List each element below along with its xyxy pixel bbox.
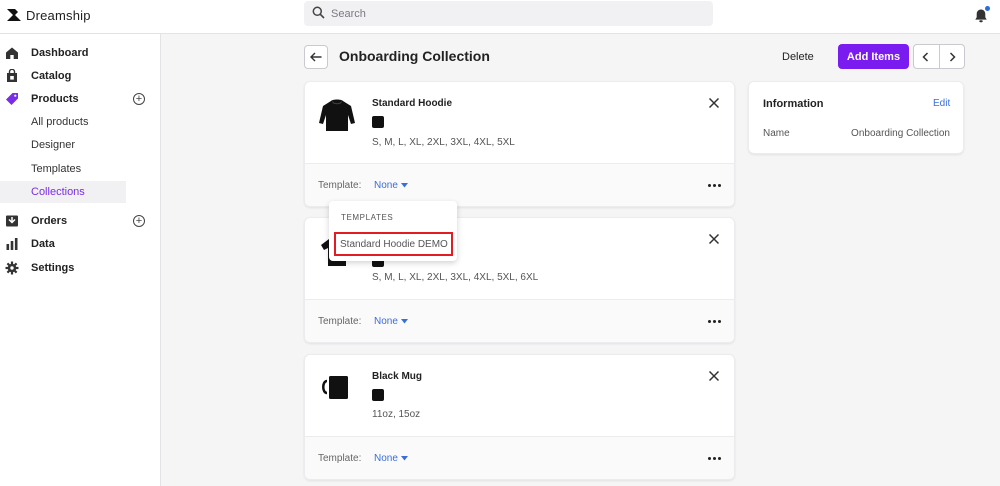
pager <box>913 44 965 69</box>
name-label: Name <box>763 128 790 139</box>
template-value: None <box>374 453 398 464</box>
home-icon <box>5 46 19 60</box>
more-options-icon[interactable] <box>707 318 721 324</box>
sidebar-item-orders[interactable]: Orders + <box>0 210 161 232</box>
dropdown-header: TEMPLATES <box>341 213 394 222</box>
previous-button[interactable] <box>914 45 939 68</box>
collection-item-card: Black Mug 11oz, 15oz Template: None <box>304 354 735 480</box>
template-label: Template: <box>318 180 362 191</box>
sidebar-item-label: Products <box>31 93 79 105</box>
gear-icon <box>5 261 19 275</box>
product-name: Black Mug <box>372 371 423 382</box>
sidebar-subitem-collections[interactable]: Collections <box>0 181 126 203</box>
add-order-plus-icon[interactable]: + <box>133 215 145 227</box>
sidebar-item-label: Data <box>31 238 55 250</box>
product-sizes: 11oz, 15oz <box>372 409 421 420</box>
information-panel: Information Edit Name Onboarding Collect… <box>748 81 964 154</box>
back-button[interactable] <box>304 45 328 69</box>
chevron-left-icon <box>922 51 929 62</box>
color-swatch[interactable] <box>372 389 384 401</box>
template-value: None <box>374 316 398 327</box>
sidebar-subitem-templates[interactable]: Templates <box>0 158 126 180</box>
product-sizes: S, M, L, XL, 2XL, 3XL, 4XL, 5XL <box>372 137 515 148</box>
template-value: None <box>374 180 398 191</box>
top-bar: Dreamship <box>0 0 1000 34</box>
caret-down-icon <box>400 183 408 188</box>
template-select[interactable]: None <box>374 180 408 191</box>
sidebar-subitem-designer[interactable]: Designer <box>0 134 126 156</box>
sidebar-item-settings[interactable]: Settings <box>0 257 161 279</box>
app-name: Dreamship <box>26 7 91 23</box>
template-footer: Template: None <box>305 436 734 479</box>
sidebar-item-data[interactable]: Data <box>0 233 161 255</box>
sidebar-item-label: Catalog <box>31 70 72 82</box>
next-button[interactable] <box>938 45 964 68</box>
name-value: Onboarding Collection <box>851 128 950 139</box>
app-logo[interactable]: Dreamship <box>6 6 91 24</box>
remove-item-close-icon[interactable] <box>707 232 721 246</box>
remove-item-close-icon[interactable] <box>707 96 721 110</box>
tag-icon <box>5 92 19 106</box>
template-select[interactable]: None <box>374 453 408 464</box>
catalog-icon <box>5 69 19 83</box>
more-options-icon[interactable] <box>707 182 721 188</box>
bar-chart-icon <box>5 237 19 251</box>
hoodie-image <box>317 95 357 135</box>
template-label: Template: <box>318 316 362 327</box>
search-bar[interactable] <box>304 1 713 26</box>
sidebar-item-catalog[interactable]: Catalog <box>0 65 161 87</box>
delete-button[interactable]: Delete <box>782 47 814 67</box>
notification-badge <box>985 6 990 11</box>
template-select[interactable]: None <box>374 316 408 327</box>
sidebar-subitem-label: Designer <box>31 139 76 151</box>
sidebar-subitem-label: Collections <box>31 186 85 198</box>
template-option-standard-hoodie-demo[interactable]: Standard Hoodie DEMO <box>334 232 453 256</box>
sidebar-subitem-label: All products <box>31 116 89 128</box>
edit-link[interactable]: Edit <box>933 98 950 109</box>
sidebar-item-label: Settings <box>31 262 75 274</box>
collection-item-card: Standard Hoodie S, M, L, XL, 2XL, 3XL, 4… <box>304 81 735 207</box>
add-items-button[interactable]: Add Items <box>838 44 909 69</box>
sidebar-item-label: Orders <box>31 215 68 227</box>
sidebar-item-products[interactable]: Products + <box>0 88 161 110</box>
color-swatch[interactable] <box>372 116 384 128</box>
orders-inbox-icon <box>5 214 19 228</box>
sidebar: Dashboard Catalog Products + All product… <box>0 34 161 486</box>
sidebar-subitem-all-products[interactable]: All products <box>0 111 126 133</box>
page-title: Onboarding Collection <box>339 48 490 64</box>
template-footer: Template: None <box>305 299 734 342</box>
arrow-left-icon <box>310 52 322 62</box>
information-title: Information <box>763 98 824 110</box>
sidebar-item-dashboard[interactable]: Dashboard <box>0 42 161 64</box>
chevron-right-icon <box>949 51 956 62</box>
more-options-icon[interactable] <box>707 455 721 461</box>
sidebar-subitem-label: Templates <box>31 163 82 175</box>
search-icon <box>312 6 325 22</box>
caret-down-icon <box>400 319 408 324</box>
mug-image <box>317 368 357 408</box>
dreamship-logo-icon <box>6 7 22 23</box>
notifications-bell-icon[interactable] <box>972 6 990 24</box>
template-footer: Template: None <box>305 163 734 206</box>
product-sizes: S, M, L, XL, 2XL, 3XL, 4XL, 5XL, 6XL <box>372 272 539 283</box>
product-name: Standard Hoodie <box>372 98 453 109</box>
caret-down-icon <box>400 456 408 461</box>
search-input[interactable] <box>331 7 691 20</box>
template-label: Template: <box>318 453 362 464</box>
add-product-plus-icon[interactable]: + <box>133 93 145 105</box>
sidebar-item-label: Dashboard <box>31 47 89 59</box>
remove-item-close-icon[interactable] <box>707 369 721 383</box>
